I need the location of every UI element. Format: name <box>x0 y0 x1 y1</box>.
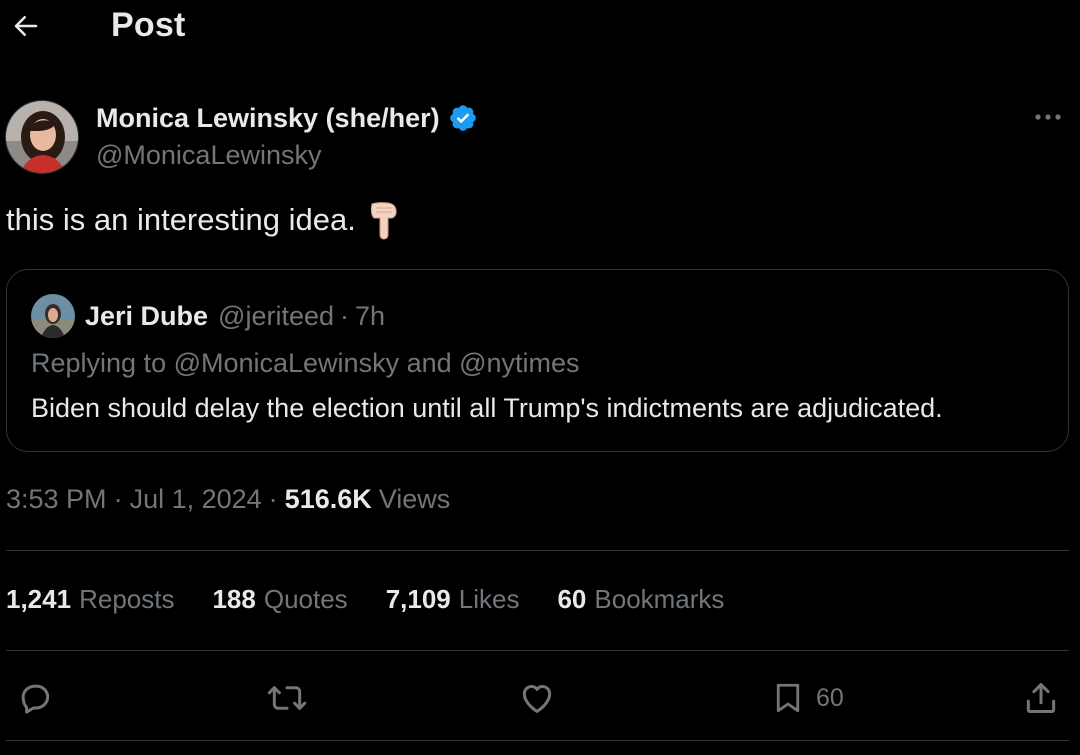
views-label: Views <box>378 484 451 514</box>
author-avatar[interactable] <box>5 100 79 174</box>
quoted-post-text: Biden should delay the election until al… <box>31 393 943 423</box>
action-bar: 60 <box>0 672 1080 724</box>
repost-button[interactable] <box>266 672 308 724</box>
pointing-down-emoji-icon <box>370 202 397 240</box>
post-text: this is an interesting idea. <box>6 200 400 240</box>
verified-badge-icon[interactable] <box>448 103 478 133</box>
bookmarks-stat[interactable]: 60 Bookmarks <box>557 584 724 615</box>
more-options-button[interactable] <box>1028 102 1068 132</box>
meta-separator: · <box>113 484 123 514</box>
quoted-avatar-image <box>31 294 75 338</box>
divider <box>6 650 1069 651</box>
quoted-author-name[interactable]: Jeri Dube <box>85 301 208 332</box>
like-button[interactable] <box>517 672 557 724</box>
repost-icon <box>267 686 307 710</box>
quoted-timestamp[interactable]: 7h <box>355 301 385 332</box>
post-time[interactable]: 3:53 PM <box>6 484 107 515</box>
divider <box>6 550 1069 551</box>
likes-stat[interactable]: 7,109 Likes <box>386 584 520 615</box>
bookmark-action-count: 60 <box>816 683 844 712</box>
quoted-author-handle[interactable]: @jeriteed <box>218 301 334 332</box>
like-icon <box>522 684 552 713</box>
reposts-count: 1,241 <box>6 584 72 614</box>
page-title: Post <box>111 6 186 44</box>
top-bar: Post <box>0 0 1080 56</box>
likes-label: Likes <box>458 584 520 614</box>
arrow-left-icon <box>14 16 38 36</box>
reply-icon <box>21 684 50 714</box>
back-button[interactable] <box>8 8 44 44</box>
views-count: 516.6K <box>284 484 372 514</box>
share-button[interactable] <box>1022 672 1060 724</box>
likes-count: 7,109 <box>385 584 451 614</box>
divider <box>6 740 1069 741</box>
post-metadata: 3:53 PM · Jul 1, 2024 · 516.6K Views <box>6 484 450 515</box>
quoted-replying-to: Replying to @MonicaLewinsky and @nytimes <box>31 348 580 378</box>
bookmarks-label: Bookmarks <box>594 584 725 614</box>
share-icon <box>1026 683 1056 713</box>
quotes-count: 188 <box>212 584 256 614</box>
author-name[interactable]: Monica Lewinsky (she/her) <box>96 103 440 134</box>
quoted-post[interactable]: Jeri Dube @jeriteed · 7h Replying to @Mo… <box>6 269 1069 452</box>
author-name-line: Monica Lewinsky (she/her) <box>96 100 478 136</box>
engagement-stats: 1,241 Reposts 188 Quotes 7,109 Likes 60 … <box>6 584 762 615</box>
meta-separator: · <box>268 484 278 514</box>
bookmark-button[interactable]: 60 <box>770 672 844 724</box>
post-author: Monica Lewinsky (she/her) @MonicaLewinsk… <box>0 96 1080 178</box>
post-body: this is an interesting idea. <box>6 202 356 237</box>
bookmark-icon <box>776 683 800 713</box>
quoted-post-header: Jeri Dube @jeriteed · 7h <box>31 294 385 338</box>
quotes-stat[interactable]: 188 Quotes <box>212 584 347 615</box>
reposts-label: Reposts <box>79 584 175 614</box>
reposts-stat[interactable]: 1,241 Reposts <box>6 584 174 615</box>
more-horizontal-icon <box>1035 114 1061 120</box>
quoted-author-avatar[interactable] <box>31 294 75 338</box>
avatar-image <box>6 101 78 173</box>
reply-button[interactable] <box>16 672 54 724</box>
bookmarks-count: 60 <box>557 584 587 614</box>
author-handle[interactable]: @MonicaLewinsky <box>96 140 322 171</box>
post-date[interactable]: Jul 1, 2024 <box>130 484 262 515</box>
quoted-separator: · <box>340 300 350 331</box>
quotes-label: Quotes <box>263 584 348 614</box>
